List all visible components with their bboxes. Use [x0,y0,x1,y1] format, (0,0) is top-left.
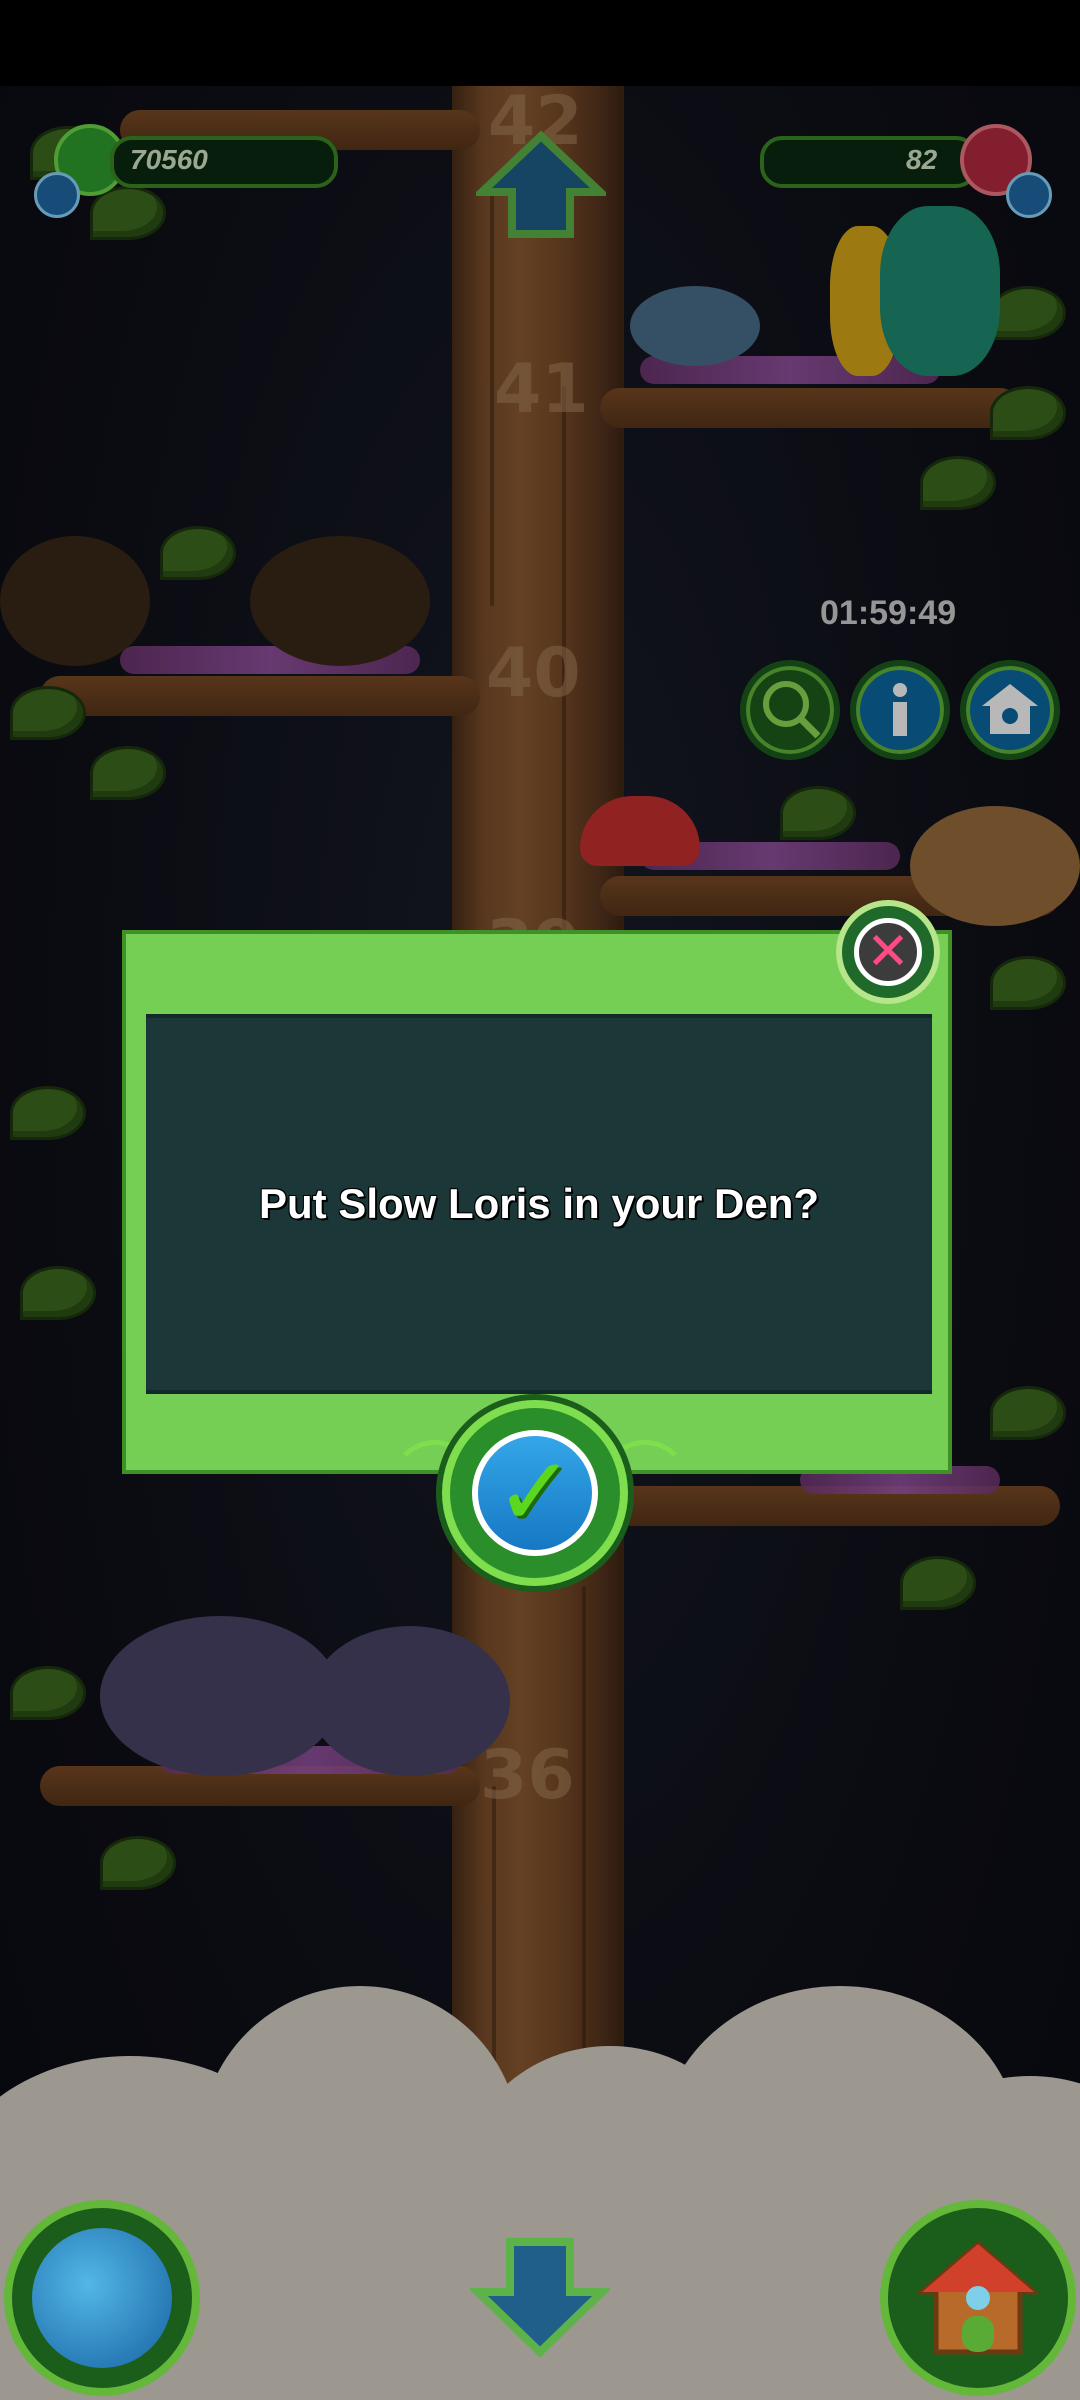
confirm-button[interactable]: ✓ [442,1400,628,1586]
home-button[interactable] [880,2200,1076,2396]
house-icon [915,2238,1041,2358]
scroll-down-button[interactable] [468,2230,612,2360]
status-bar [0,0,1080,86]
checkmark-icon: ✓ [472,1430,598,1556]
globe-icon [32,2228,172,2368]
close-icon: ✕ [854,918,922,986]
dialog-message: Put Slow Loris in your Den? [258,1180,820,1227]
confirm-dialog: Put Slow Loris in your Den? [122,930,952,1474]
close-button[interactable]: ✕ [836,900,940,1004]
world-map-button[interactable] [4,2200,200,2396]
dialog-panel: Put Slow Loris in your Den? [146,1014,932,1394]
arrow-down-icon [468,2238,612,2358]
